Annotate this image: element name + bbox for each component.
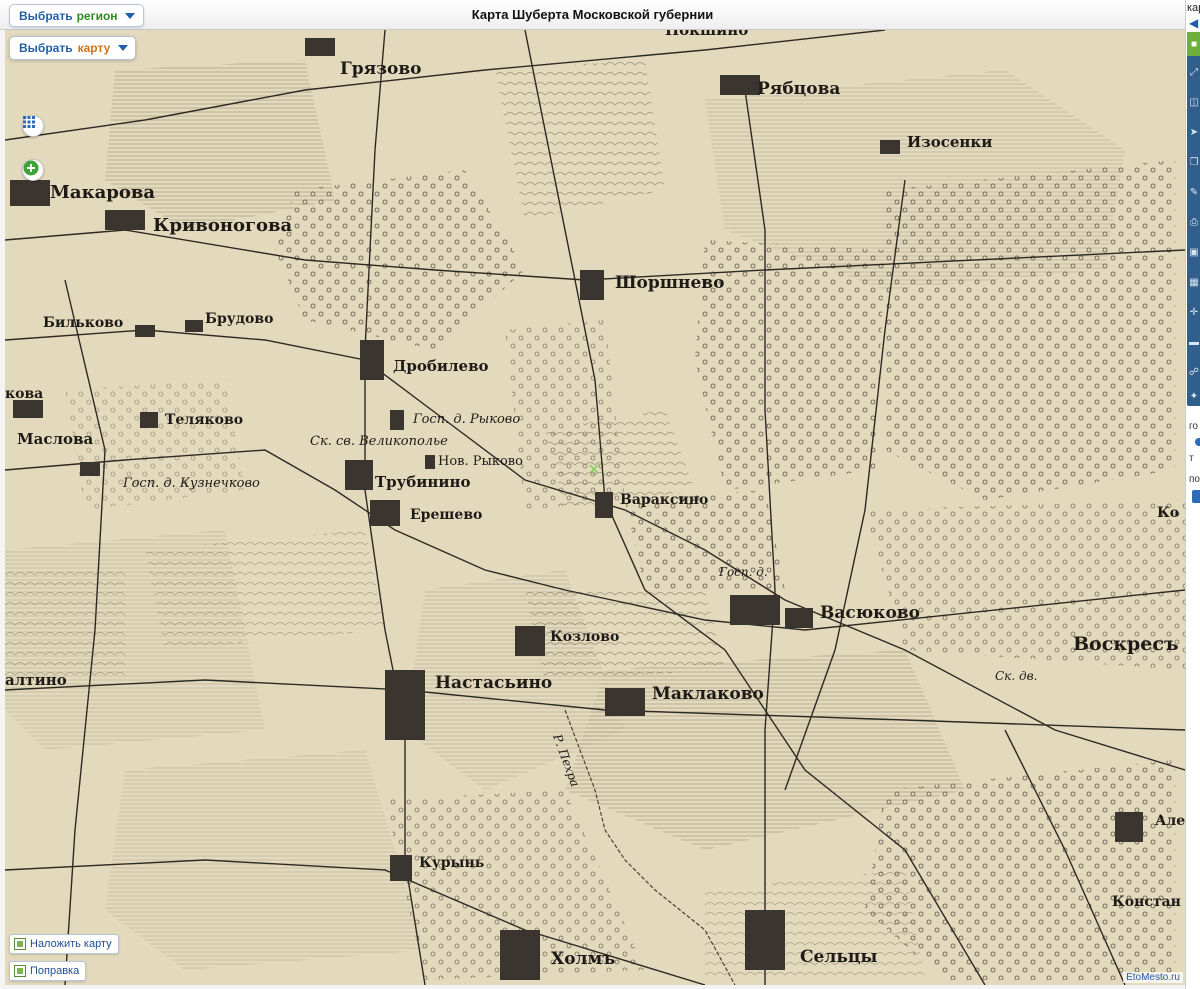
label-pokshino: Покшино [665,30,748,39]
copy-icon[interactable]: ❐ [1187,150,1200,174]
grid-icon[interactable]: ▦ [1187,270,1200,294]
select-map-button[interactable]: Выбрать карту [9,36,137,60]
label-brudovo: Брудово [205,311,273,327]
label-nastasyino: Настасьино [435,673,552,693]
label-konstan: Констан [1112,894,1181,910]
label-bilkovo: Бильково [43,315,123,331]
correction-button[interactable]: Поправка [9,961,87,981]
layer-icon [14,965,26,977]
select-map-word: карту [77,41,111,55]
label-gosp-kuznechkovo: Госп. д. Кузнечково [122,476,260,491]
pin-icon[interactable]: ✦ [1187,384,1200,408]
ruler-icon[interactable]: ▬ [1187,330,1200,354]
label-kholm: Холмъ [551,949,615,969]
title-bar: Карта Шуберта Московской губернии Выбрат… [0,0,1185,30]
map-canvas[interactable]: Грязово Покшино Рябцова Изосенки Макаров… [5,30,1185,985]
tool-bar: ■ ⤢ ◫ ➤ ❐ ✎ ⎙ ▣ ▦ ✛ ▬ ☍ ✦ [1187,32,1200,406]
label-ko: Ко [1157,505,1179,521]
layers-icon[interactable]: ◫ [1187,90,1200,114]
copyright-link[interactable]: EtoMesto.ru [1123,972,1183,983]
app-window: Карта Шуберта Московской губернии Выбрат… [0,0,1200,989]
label-nov-rykovo: Нов. Рыково [438,454,523,469]
label-altino: алтино [5,671,67,689]
fullscreen-icon[interactable]: ⤢ [1187,60,1200,84]
label-yereshevo: Ерешево [410,507,482,523]
label-kuryn: Курынь [419,855,484,871]
crosshair-icon[interactable]: ✛ [1187,300,1200,324]
label-krivonogova: Кривоногова [153,215,293,236]
page-title: Карта Шуберта Московской губернии [471,7,714,22]
label-ale: Але [1155,813,1185,829]
link-icon[interactable]: ☍ [1187,360,1200,384]
plus-icon [23,160,39,176]
side-panel-text-3: по [1189,474,1200,485]
layers-grid-button[interactable] [22,115,44,137]
correction-label: Поправка [30,965,80,977]
map-viewport[interactable]: Грязово Покшино Рябцова Изосенки Макаров… [5,30,1185,985]
chevron-down-icon [118,45,129,51]
cursor-icon[interactable]: ➤ [1187,120,1200,144]
select-map-prefix: Выбрать [19,41,73,55]
label-sk-velikopolye: Ск. св. Великополье [310,434,448,449]
save-icon[interactable]: ▣ [1187,240,1200,264]
side-panel: кар ◀ ■ ⤢ ◫ ➤ ❐ ✎ ⎙ ▣ ▦ ✛ ▬ ☍ ✦ го т по [1185,0,1200,989]
layer-icon [14,938,26,950]
zoom-in-button[interactable] [22,159,44,181]
label-seltsy: Сельцы [800,947,877,967]
label-sk-dv: Ск. дв. [995,669,1037,683]
label-voskr: Воскресъ [1073,633,1179,655]
side-panel-title: кар [1187,2,1200,14]
side-panel-text-1: го [1189,421,1198,432]
label-trubinino: Трубинино [375,473,470,491]
arrow-left-icon[interactable]: ◀ [1189,16,1198,30]
label-drobilevo: Дробилево [393,357,489,375]
checkbox-icon[interactable] [1192,490,1200,503]
select-region-button[interactable]: Выбрать регион [9,4,144,27]
label-kova: кова [5,386,43,402]
label-shorshnevo: Шоршнево [615,273,724,293]
side-panel-text-2: т [1189,453,1194,464]
label-izosenki: Изосенки [907,133,992,151]
grid-icon [23,116,35,128]
chevron-down-icon [124,12,135,19]
label-gryazovo: Грязово [340,59,422,79]
map-tool-icon[interactable]: ■ [1187,32,1200,56]
label-vasyukovo: Васюково [820,603,920,623]
label-gosp-rykovo: Госп. д. Рыково [412,412,520,427]
pencil-icon[interactable]: ✎ [1187,180,1200,204]
label-varaksino: Вараксино [620,492,708,508]
label-kozlovo: Козлово [550,629,619,645]
overlay-map-button[interactable]: Наложить карту [9,934,119,954]
label-maslova: Маслова [17,430,93,448]
select-region-word: регион [76,8,118,23]
select-region-prefix: Выбрать [19,8,73,23]
print-icon[interactable]: ⎙ [1187,210,1200,234]
label-gosp-d: Госп. д. [718,565,768,579]
overlay-map-label: Наложить карту [30,938,112,950]
label-ryabtsova: Рябцова [757,79,840,99]
radio-icon[interactable] [1195,438,1200,446]
label-telyakovo: Теляково [165,412,243,428]
label-makarova: Макарова [50,182,155,203]
label-maklakovo: Маклаково [652,684,764,704]
